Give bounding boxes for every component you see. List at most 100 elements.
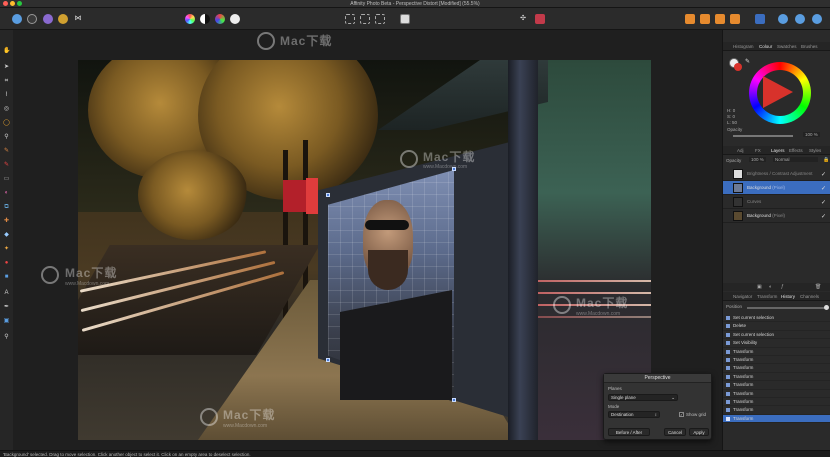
invert-selection-icon[interactable] bbox=[375, 14, 385, 24]
assistant-icon[interactable] bbox=[778, 14, 788, 24]
blur-brush-icon[interactable]: ◆ bbox=[3, 232, 10, 239]
add-mask-icon[interactable]: ◐ bbox=[769, 284, 772, 290]
tab-adj[interactable]: Adj bbox=[737, 146, 744, 155]
flood-select-icon[interactable]: ◎ bbox=[3, 106, 10, 113]
layer-visibility-icon[interactable]: ✓ bbox=[821, 199, 826, 206]
history-item[interactable]: Transform bbox=[723, 406, 830, 415]
studio-icon[interactable] bbox=[812, 14, 822, 24]
history-item-selected[interactable]: Transform bbox=[723, 414, 830, 424]
history-item[interactable]: Set current selection bbox=[723, 314, 830, 323]
history-item[interactable]: Transform bbox=[723, 373, 830, 382]
history-item[interactable]: Transform bbox=[723, 356, 830, 365]
mode-select[interactable]: Destination ↕ bbox=[608, 411, 660, 418]
marquee-tool-icon[interactable]: ◯ bbox=[3, 120, 10, 127]
layer-row[interactable]: Curves ✓ bbox=[723, 195, 830, 209]
arrange-back-icon[interactable] bbox=[685, 14, 695, 24]
clone-brush-icon[interactable]: ⧉ bbox=[3, 204, 10, 211]
history-item[interactable]: Set Visibility bbox=[723, 339, 830, 348]
perspective-handle[interactable] bbox=[326, 193, 330, 197]
move-tool-icon[interactable]: ➤ bbox=[3, 64, 10, 71]
tab-channels[interactable]: Channels bbox=[800, 292, 819, 301]
freehand-select-icon[interactable]: ⚲ bbox=[3, 134, 10, 141]
share-icon[interactable]: ⋈ bbox=[73, 14, 83, 24]
smudge-brush-icon[interactable]: ✦ bbox=[3, 246, 10, 253]
snapping-icon[interactable]: ✣ bbox=[518, 14, 528, 24]
quick-mask-icon[interactable] bbox=[400, 14, 410, 24]
layer-row[interactable]: Brightness / Contrast Adjustment ✓ bbox=[723, 167, 830, 181]
arrange-front-icon[interactable] bbox=[730, 14, 740, 24]
opacity-value[interactable]: 100 % bbox=[803, 132, 820, 137]
liquify-persona-icon[interactable] bbox=[27, 14, 37, 24]
healing-brush-icon[interactable]: ✚ bbox=[3, 218, 10, 225]
gradient-tool-icon[interactable]: ■ bbox=[3, 274, 10, 281]
dodge-brush-icon[interactable]: ◐ bbox=[3, 190, 10, 197]
tone-mapping-persona-icon[interactable] bbox=[58, 14, 68, 24]
align-icon[interactable] bbox=[755, 14, 765, 24]
add-layer-icon[interactable]: ▣ bbox=[757, 284, 762, 290]
color-triangle[interactable] bbox=[763, 76, 793, 108]
secondary-color-swatch[interactable] bbox=[734, 63, 742, 71]
red-eye-tool-icon[interactable]: ● bbox=[3, 260, 10, 267]
history-item[interactable]: Transform bbox=[723, 390, 830, 398]
develop-persona-icon[interactable] bbox=[43, 14, 53, 24]
history-item[interactable]: Transform bbox=[723, 381, 830, 390]
photo-persona-icon[interactable] bbox=[12, 14, 22, 24]
tab-swatches[interactable]: Swatches bbox=[777, 42, 797, 51]
auto-colors-icon[interactable] bbox=[215, 14, 225, 24]
tab-history[interactable]: History bbox=[781, 292, 795, 301]
perspective-handle[interactable] bbox=[326, 358, 330, 362]
delete-layer-icon[interactable]: 🗑 bbox=[815, 284, 821, 290]
layer-opacity-value[interactable]: 100 % bbox=[749, 157, 766, 162]
layer-visibility-icon[interactable]: ✓ bbox=[821, 171, 826, 178]
shape-tool-icon[interactable]: ▣ bbox=[3, 318, 10, 325]
zoom-tool-icon[interactable]: ⚲ bbox=[3, 334, 10, 341]
history-item[interactable]: Delete bbox=[723, 322, 830, 331]
history-item[interactable]: Set current selection bbox=[723, 331, 830, 340]
arrange-forward-icon[interactable] bbox=[715, 14, 725, 24]
tab-histogram[interactable]: Histogram bbox=[733, 42, 754, 51]
color-picker-icon[interactable]: ✎ bbox=[3, 148, 10, 155]
tab-layers[interactable]: Layers bbox=[771, 146, 785, 155]
auto-levels-icon[interactable] bbox=[185, 14, 195, 24]
crop-tool-icon[interactable]: ⌗ bbox=[3, 78, 10, 85]
text-tool-icon[interactable]: A bbox=[3, 290, 10, 297]
tab-colour[interactable]: Colour bbox=[759, 42, 772, 51]
layer-visibility-icon[interactable]: ✓ bbox=[821, 213, 826, 220]
color-wheel[interactable] bbox=[749, 62, 811, 124]
history-item[interactable]: Transform bbox=[723, 348, 830, 356]
cancel-button[interactable]: Cancel bbox=[664, 428, 686, 436]
layer-row[interactable]: Background (Pixel) ✓ bbox=[723, 181, 830, 195]
opacity-slider[interactable] bbox=[733, 135, 793, 137]
pen-tool-icon[interactable]: ✒ bbox=[3, 304, 10, 311]
preferences-icon[interactable] bbox=[795, 14, 805, 24]
history-slider-thumb[interactable] bbox=[824, 305, 829, 310]
tab-effects[interactable]: Effects bbox=[789, 146, 803, 155]
layer-visibility-icon[interactable]: ✓ bbox=[821, 185, 826, 192]
arrange-backward-icon[interactable] bbox=[700, 14, 710, 24]
deselect-icon[interactable] bbox=[360, 14, 370, 24]
history-position-slider[interactable] bbox=[747, 307, 827, 309]
document-image[interactable] bbox=[78, 60, 651, 440]
tab-transform[interactable]: Transform bbox=[757, 292, 777, 301]
eyedropper-icon[interactable]: ✎ bbox=[745, 58, 750, 65]
layer-row[interactable]: Background (Pixel) ✓ bbox=[723, 209, 830, 223]
tab-navigator[interactable]: Navigator bbox=[733, 292, 752, 301]
snapping-options-icon[interactable] bbox=[535, 14, 545, 24]
history-item[interactable]: Transform bbox=[723, 364, 830, 373]
planes-select[interactable]: Single plane ⌄ bbox=[608, 394, 678, 401]
lock-icon[interactable]: 🔒 bbox=[823, 157, 829, 163]
history-item[interactable]: Transform bbox=[723, 398, 830, 407]
view-tool-icon[interactable]: ✋ bbox=[3, 48, 10, 55]
auto-white-balance-icon[interactable] bbox=[230, 14, 240, 24]
selection-brush-icon[interactable]: ⌇ bbox=[3, 92, 10, 99]
paint-brush-icon[interactable]: ✎ bbox=[3, 162, 10, 169]
erase-brush-icon[interactable]: ▭ bbox=[3, 176, 10, 183]
marquee-selection-icon[interactable] bbox=[345, 14, 355, 24]
apply-button[interactable]: Apply bbox=[689, 428, 709, 436]
tab-fx[interactable]: FX bbox=[755, 146, 761, 155]
perspective-handle[interactable] bbox=[452, 398, 456, 402]
blend-mode-select[interactable]: Normal bbox=[773, 157, 818, 162]
show-grid-checkbox[interactable]: ✓ bbox=[679, 412, 684, 417]
auto-contrast-icon[interactable] bbox=[200, 14, 210, 24]
tab-styles[interactable]: Styles bbox=[809, 146, 821, 155]
